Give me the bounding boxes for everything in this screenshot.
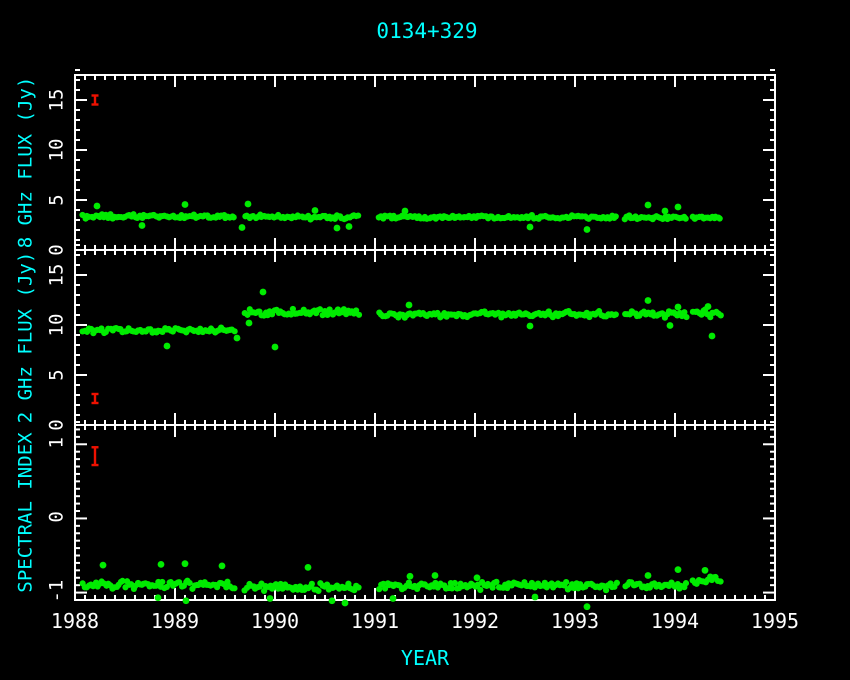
outlier-point [406,572,414,580]
data-point [231,585,238,592]
data-point [186,579,193,587]
data-point [563,578,570,586]
data-point [477,586,484,594]
y-tick-label: -1 [46,580,68,603]
outlier-point [218,562,226,570]
data-point [159,578,166,586]
chart-title: 0134+329 [376,19,477,43]
outlier-point [244,200,252,208]
outlier-point [154,594,162,602]
outlier-point [531,593,539,601]
panel-frame-0 [74,74,776,251]
data-point [493,578,500,585]
data-point [613,579,620,587]
y-tick-label: 0 [46,511,68,522]
y-axis-label-2ghz: 2 GHz FLUX (Jy) [15,252,37,424]
y-axis-label-spectral-index: SPECTRAL INDEX [15,432,37,593]
outlier-point [666,322,674,329]
outlier-point [157,561,165,568]
flux-monitoring-chart: 0134+329 YEAR 8 GHz FLUX (Jy) 2 GHz FLUX… [15,19,799,670]
outlier-point [389,595,397,602]
outlier-point [238,224,246,231]
outlier-point [345,223,353,230]
y-tick-label: 0 [46,244,68,255]
y-tick-label: 0 [46,419,68,430]
y-tick-label: 5 [46,369,68,380]
outlier-point [526,322,534,330]
panels-group: 0 5 10 15 0 5 10 15 -1 0 1 1988 1989 1990 1991 1992 1993… [46,69,799,633]
outlier-point [99,561,107,569]
outlier-point [245,319,253,327]
outlier-point [271,343,279,351]
data-point [682,580,690,587]
outlier-point [163,342,171,350]
data-point [717,312,724,319]
outlier-point [328,597,336,605]
y-tick-label: 5 [46,194,68,205]
outlier-point [401,207,409,215]
y-tick-label: 10 [46,139,68,162]
outlier-point [661,207,669,215]
outlier-point [701,566,709,574]
data-point [355,584,362,591]
data-point [230,214,237,221]
data-point [308,580,315,587]
outlier-point [644,572,652,579]
data-point [682,215,689,222]
outlier-point [674,303,682,311]
x-tick-label: 1988 [51,609,99,633]
outlier-point [304,563,312,571]
y-tick-label: 15 [46,264,68,287]
plot-page: 0134+329 YEAR 8 GHz FLUX (Jy) 2 GHz FLUX… [0,0,850,680]
data-point [355,212,362,219]
outlier-point [644,201,652,209]
data-point [355,311,363,318]
x-axis-label: YEAR [401,646,450,670]
outlier-point [181,201,189,208]
x-tick-label: 1990 [251,609,299,633]
outlier-point [704,303,712,310]
x-tick-label: 1994 [651,609,699,633]
outlier-point [138,222,146,229]
outlier-point [473,574,481,582]
panel-frame-2 [74,424,776,601]
outlier-point [405,301,413,309]
data-point [612,311,619,318]
data-point [716,215,723,222]
y-tick-label: 15 [46,89,68,112]
x-tick-label: 1989 [151,609,199,633]
data-point [315,587,322,595]
outlier-point [583,226,591,233]
y-tick-label: 1 [46,437,68,448]
outlier-point [182,597,190,605]
data-point [451,579,458,587]
y-tick-label: 10 [46,314,68,337]
x-tick-label: 1995 [751,609,799,633]
outlier-point [233,334,241,342]
panel-frame-1 [74,249,776,426]
data-point [717,578,724,585]
outlier-point [311,207,319,214]
data-point [683,313,690,321]
x-tick-label: 1991 [351,609,399,633]
data-point [612,213,619,220]
outlier-point [181,560,189,568]
outlier-point [259,288,267,296]
y-axis-label-8ghz: 8 GHz FLUX (Jy) [15,77,37,249]
outlier-point [341,599,349,607]
x-tick-label: 1992 [451,609,499,633]
outlier-point [266,595,274,602]
outlier-point [674,566,682,573]
outlier-point [674,203,682,211]
x-tick-label: 1993 [551,609,599,633]
outlier-point [333,224,341,232]
outlier-point [431,572,439,579]
outlier-point [644,297,652,304]
data-point [231,328,238,335]
outlier-point [526,223,534,231]
outlier-point [93,202,101,210]
outlier-point [708,332,716,340]
